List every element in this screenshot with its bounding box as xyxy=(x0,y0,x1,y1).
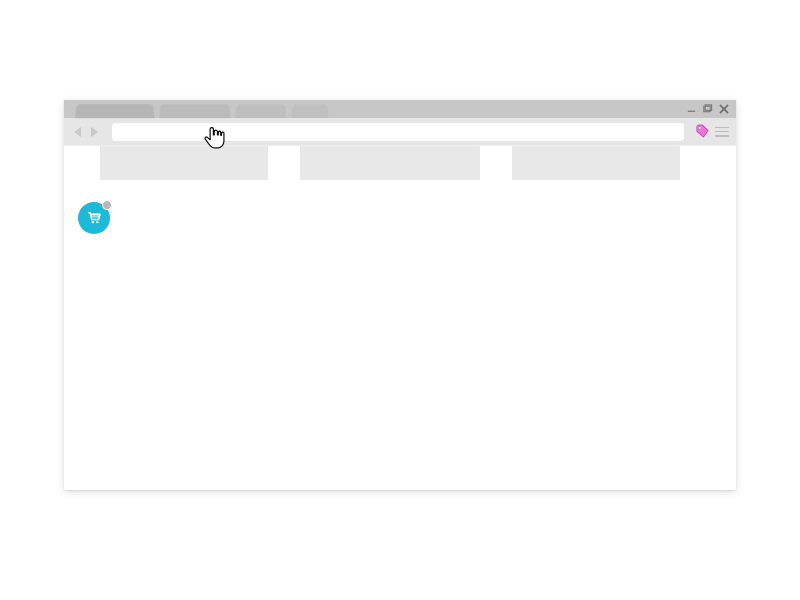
window-controls xyxy=(685,102,730,115)
address-bar[interactable] xyxy=(112,123,684,141)
tab-active[interactable] xyxy=(75,104,155,118)
placeholder-row xyxy=(64,146,736,180)
toolbar xyxy=(64,118,736,146)
cart-icon xyxy=(85,209,103,227)
browser-window xyxy=(64,100,736,490)
tab-2[interactable] xyxy=(159,104,230,118)
tab-strip xyxy=(64,100,736,118)
back-button[interactable] xyxy=(70,124,86,140)
content-block-2 xyxy=(300,146,480,180)
close-icon[interactable] xyxy=(717,102,730,115)
minimize-icon[interactable] xyxy=(685,102,698,115)
maximize-icon[interactable] xyxy=(701,102,714,115)
content-block-1 xyxy=(100,146,268,180)
tab-3[interactable] xyxy=(236,104,287,118)
nav-arrows xyxy=(70,124,102,140)
cart-notification-dot xyxy=(102,200,112,210)
cart-button[interactable] xyxy=(78,202,110,234)
page-content xyxy=(64,146,736,490)
tab-4[interactable] xyxy=(292,104,329,118)
price-tag-extension-icon[interactable] xyxy=(694,124,710,140)
menu-button[interactable] xyxy=(714,125,730,139)
forward-button[interactable] xyxy=(86,124,102,140)
content-block-3 xyxy=(512,146,680,180)
